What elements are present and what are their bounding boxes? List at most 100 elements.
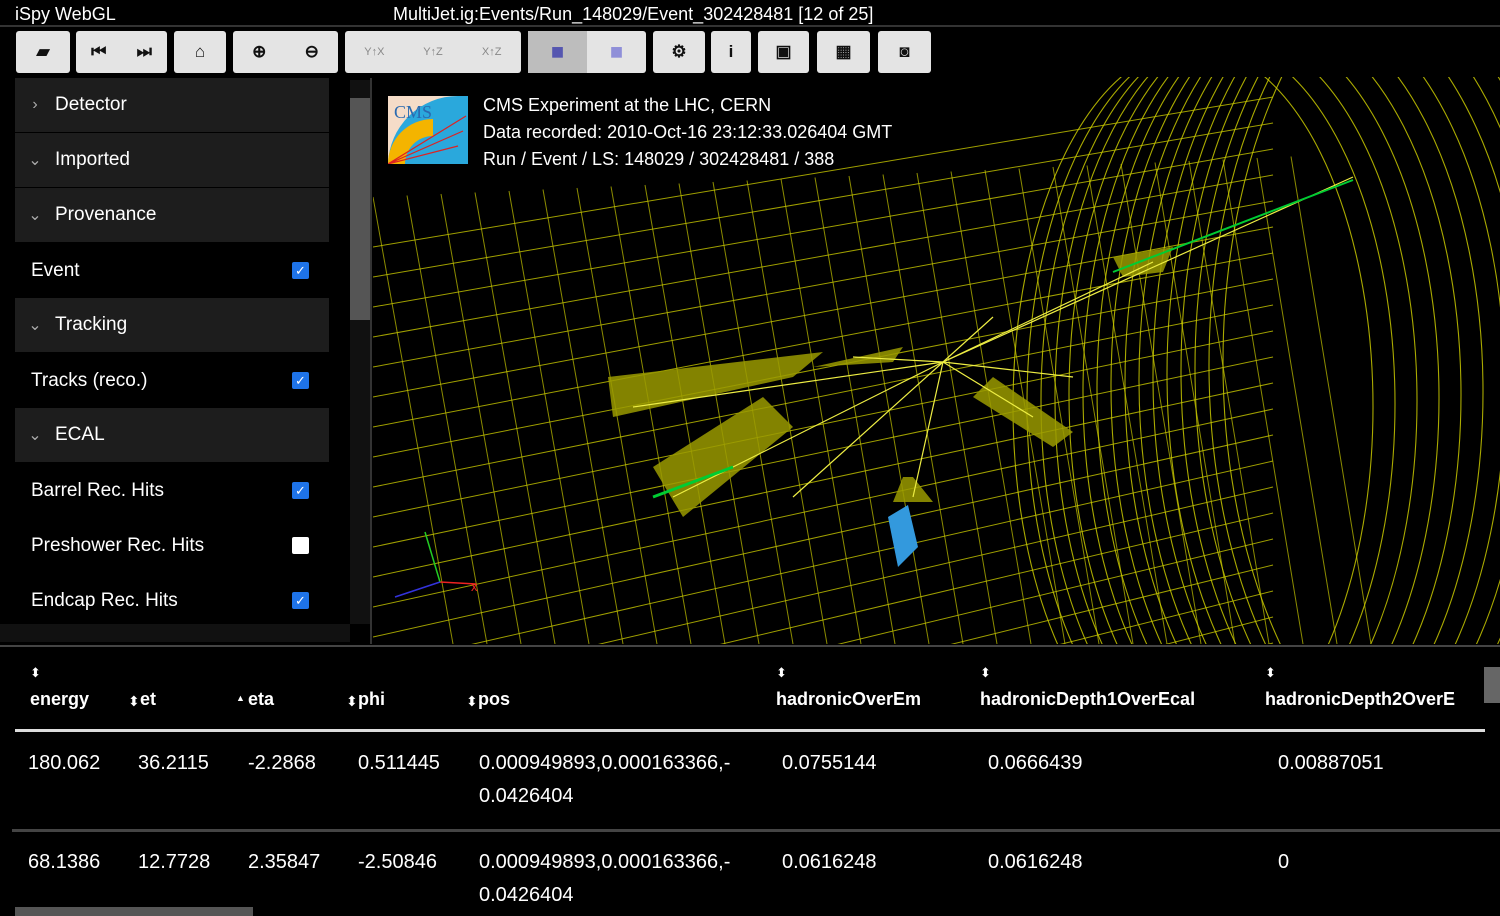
detector-line: [373, 278, 1274, 458]
detector-ring: [1194, 77, 1259, 644]
detector-ring: [1222, 77, 1283, 644]
sort-icon[interactable]: ⬍: [466, 693, 478, 710]
sidebar-item-label: Tracking: [55, 314, 128, 335]
table-cell-wrap: 0.0426404: [479, 884, 574, 906]
chevron-down-icon: ⌄: [28, 427, 42, 444]
column-header-phi[interactable]: phi: [358, 689, 385, 710]
detector-line: [814, 177, 896, 644]
sidebar-item-event[interactable]: Event ✓: [15, 243, 329, 298]
column-header-energy[interactable]: energy: [30, 689, 89, 710]
detector-line: [406, 195, 488, 644]
step-backward-icon: ⏮: [91, 42, 107, 61]
sidebar-item-barrel-rec-hits[interactable]: Barrel Rec. Hits ✓: [15, 463, 329, 518]
svg-text:CMS: CMS: [394, 102, 432, 122]
sidebar-folder-tracking[interactable]: ⌄ Tracking: [15, 298, 329, 353]
sidebar-item-label: Preshower Rec. Hits: [31, 534, 205, 556]
table-horizontal-scrollbar[interactable]: [15, 907, 253, 916]
collection-table: ⬍ energy ⬍ et ▲ eta ⬍ phi ⬍ pos ⬍ hadronicOverEm ⬍ ha…: [0, 645, 1500, 916]
sidebar-folder-detector[interactable]: › Detector: [15, 78, 329, 133]
gear-button[interactable]: ⚙: [653, 31, 705, 73]
folder-open-button[interactable]: ▰: [16, 31, 70, 73]
table-cell: 0: [1278, 851, 1290, 873]
orthographic-cube-icon: ■: [609, 39, 624, 64]
sidebar-item-label: Provenance: [55, 204, 157, 225]
sidebar-vertical-scrollbar[interactable]: [350, 80, 370, 624]
view-xz-button[interactable]: X↑Z: [462, 31, 521, 73]
view-yz-button[interactable]: Y↑Z: [404, 31, 463, 73]
table-cell: 180.062: [28, 752, 101, 774]
run-event-label: Run / Event / LS: 148029 / 302428481 / 3…: [483, 149, 835, 169]
sort-icon[interactable]: ⬍: [346, 693, 358, 710]
info-button[interactable]: i: [711, 31, 751, 73]
column-header-hadronicOverEm[interactable]: hadronicOverEm: [776, 689, 921, 710]
sort-icon[interactable]: ⬍: [980, 665, 991, 681]
column-header-hadronicDepth1OverEcal[interactable]: hadronicDepth1OverEcal: [980, 689, 1195, 710]
home-icon: ⌂: [194, 42, 206, 61]
view-xy-button[interactable]: Y↑X: [345, 31, 404, 73]
visibility-checkbox[interactable]: ✓: [292, 482, 309, 499]
toolbar-group: Y↑X Y↑Z X↑Z: [345, 31, 521, 73]
sort-icon[interactable]: ▲: [236, 693, 245, 703]
sidebar-item-tracks-reco[interactable]: Tracks (reco.) ✓: [15, 353, 329, 408]
track: [942, 316, 994, 363]
film-button[interactable]: ▦: [817, 31, 870, 73]
data-recorded-label: Data recorded: 2010-Oct-16 23:12:33.0264…: [483, 122, 893, 142]
visibility-checkbox[interactable]: ✓: [292, 262, 309, 279]
detector-line: [644, 184, 726, 644]
sort-icon[interactable]: ⬍: [30, 665, 41, 681]
step-forward-button[interactable]: ⏭: [122, 31, 168, 73]
step-forward-icon: ⏭: [136, 42, 152, 61]
sidebar-horizontal-scrollbar[interactable]: [0, 624, 350, 642]
table-cell: 0.0755144: [782, 752, 877, 774]
column-header-pos[interactable]: pos: [478, 689, 510, 710]
detector-line: [610, 186, 692, 644]
chevron-down-icon: ⌄: [28, 207, 42, 224]
detector-ring: [1096, 77, 1500, 644]
table-cell: 0.00887051: [1278, 752, 1384, 774]
sidebar-item-preshower-rec-hits[interactable]: Preshower Rec. Hits: [15, 518, 329, 573]
jet-cone: [653, 397, 793, 517]
sidebar-item-endcap-rec-hits[interactable]: Endcap Rec. Hits ✓: [15, 573, 329, 628]
sort-icon[interactable]: ⬍: [128, 693, 140, 710]
table-cell: 0.000949893,0.000163366,-: [479, 851, 731, 873]
sidebar-folder-provenance[interactable]: ⌄ Provenance: [15, 188, 329, 243]
zoom-out-button[interactable]: ⊖: [286, 31, 339, 73]
sidebar-folder-ecal[interactable]: ⌄ ECAL: [15, 408, 329, 463]
sidebar-item-label: Imported: [55, 149, 130, 170]
table-vertical-scrollbar[interactable]: [1484, 667, 1500, 703]
detector-line: [373, 408, 1274, 608]
column-header-et[interactable]: et: [140, 689, 156, 710]
detector-line: [474, 192, 556, 644]
export-image-button[interactable]: ▣: [758, 31, 809, 73]
detector-line: [1222, 159, 1304, 644]
gear-icon: ⚙: [671, 42, 687, 61]
toolbar: ▰ ⏮ ⏭ ⌂ ⊕ ⊖ Y↑X Y↑Z X↑Z ■ ■ ⚙ i ▣ ▦ ◙: [0, 29, 1500, 77]
visibility-checkbox[interactable]: ✓: [292, 592, 309, 609]
column-header-hadronicDepth2OverE[interactable]: hadronicDepth2OverE: [1265, 689, 1455, 710]
zoom-in-button[interactable]: ⊕: [233, 31, 286, 73]
toolbar-group: i: [711, 31, 751, 73]
sort-icon[interactable]: ⬍: [776, 665, 787, 681]
scrollbar-thumb[interactable]: [350, 98, 370, 320]
orthographic-cube-button[interactable]: ■: [587, 31, 646, 73]
perspective-cube-button[interactable]: ■: [528, 31, 587, 73]
zoom-in-icon: ⊕: [252, 42, 267, 61]
table-cell-wrap: 0.0426404: [479, 785, 574, 807]
sidebar-item-label: Barrel Rec. Hits: [31, 479, 165, 501]
folder-open-icon: ▰: [36, 42, 50, 61]
table-cell: 0.000949893,0.000163366,-: [479, 752, 731, 774]
table-cell: -2.50846: [358, 851, 437, 873]
column-header-eta[interactable]: eta: [248, 689, 274, 710]
step-backward-button[interactable]: ⏮: [76, 31, 122, 73]
sidebar-folder-imported[interactable]: ⌄ Imported: [15, 133, 329, 188]
binoculars-button[interactable]: ◙: [878, 31, 931, 73]
detector-line: [373, 226, 1274, 398]
sort-icon[interactable]: ⬍: [1265, 665, 1276, 681]
visibility-checkbox[interactable]: [292, 537, 309, 554]
table-cell: 0.0616248: [988, 851, 1083, 873]
header-divider: [15, 729, 1485, 732]
home-button[interactable]: ⌂: [174, 31, 226, 73]
chevron-right-icon: ›: [32, 96, 38, 113]
visibility-checkbox[interactable]: ✓: [292, 372, 309, 389]
chevron-down-icon: ⌄: [28, 152, 42, 169]
